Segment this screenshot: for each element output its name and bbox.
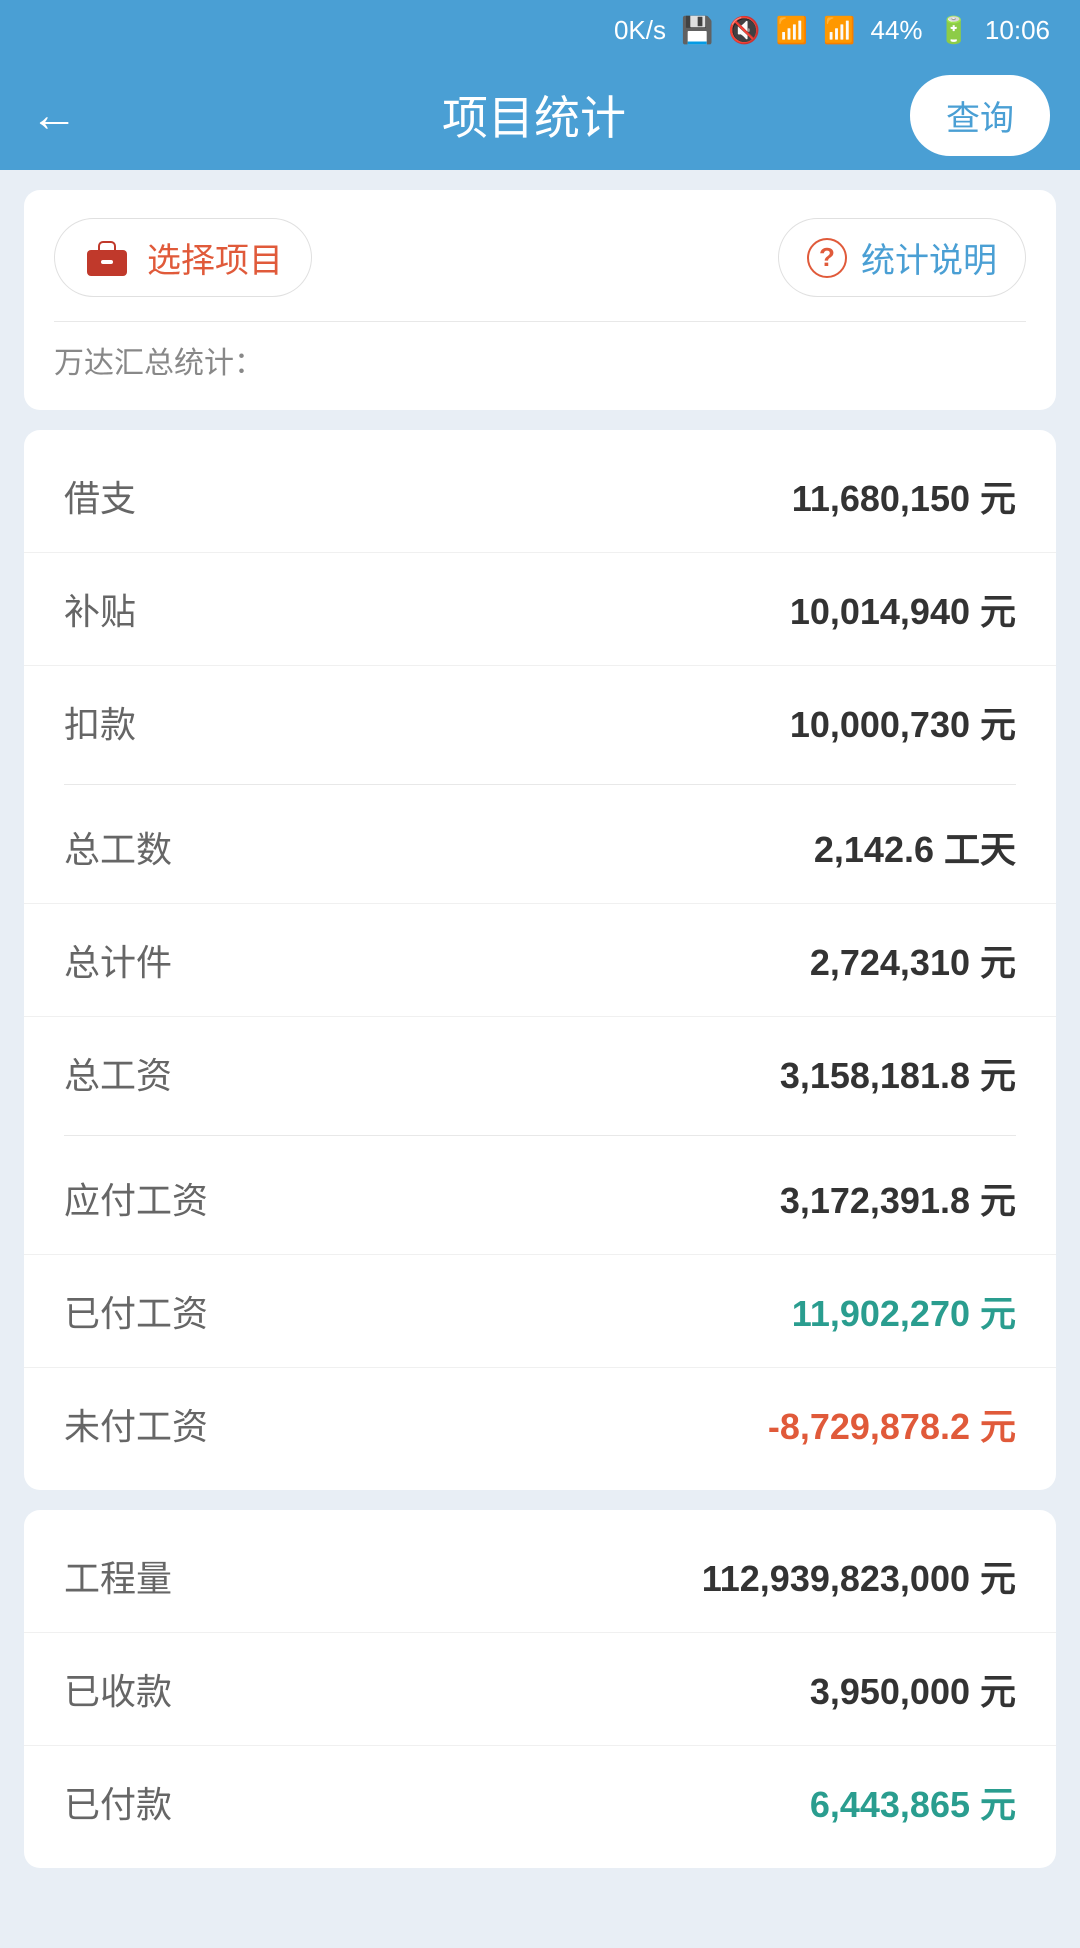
bottom-space <box>24 1888 1056 1928</box>
stat-label: 借支 <box>64 470 136 522</box>
signal-icon: 📶 <box>823 15 855 46</box>
section-divider <box>64 784 1016 785</box>
action-card: 选择项目 ? 统计说明 万达汇总统计： <box>24 190 1056 410</box>
status-bar: 0K/s 💾 🔇 📶 📶 44% 🔋 10:06 <box>0 0 1080 60</box>
storage-icon: 💾 <box>681 15 713 46</box>
select-project-label: 选择项目 <box>147 233 283 282</box>
stat-label: 扣款 <box>64 696 136 748</box>
stat-label: 补贴 <box>64 583 136 635</box>
stat-label: 已付款 <box>64 1776 172 1828</box>
action-row: 选择项目 ? 统计说明 <box>54 218 1026 297</box>
battery-icon: 🔋 <box>938 15 970 46</box>
stat-label: 未付工资 <box>64 1398 208 1450</box>
table-row: 总工资 3,158,181.8 元 <box>24 1016 1056 1129</box>
section-divider <box>64 1135 1016 1136</box>
stats-card-2: 工程量 112,939,823,000 元 已收款 3,950,000 元 已付… <box>24 1510 1056 1868</box>
stat-value-green: 6,443,865 元 <box>810 1776 1016 1828</box>
stats-card-1: 借支 11,680,150 元 补贴 10,014,940 元 扣款 10,00… <box>24 430 1056 1490</box>
stat-value: 2,142.6 工天 <box>814 821 1016 873</box>
table-row: 未付工资 -8,729,878.2 元 <box>24 1367 1056 1480</box>
wifi-icon: 📶 <box>776 15 808 46</box>
status-bar-content: 0K/s 💾 🔇 📶 📶 44% 🔋 10:06 <box>614 15 1050 46</box>
table-row: 借支 11,680,150 元 <box>24 440 1056 552</box>
mute-icon: 🔇 <box>728 15 760 46</box>
stat-label: 应付工资 <box>64 1172 208 1224</box>
app-bar: ← 项目统计 查询 <box>0 60 1080 170</box>
table-row: 应付工资 3,172,391.8 元 <box>24 1142 1056 1254</box>
divider <box>54 321 1026 322</box>
battery-level: 44% <box>871 15 923 46</box>
main-content: 选择项目 ? 统计说明 万达汇总统计： 借支 11,680,150 元 补贴 1… <box>0 170 1080 1948</box>
stat-value: 112,939,823,000 元 <box>702 1550 1016 1602</box>
stat-label: 工程量 <box>64 1550 172 1602</box>
total-label: 万达汇总统计： <box>54 347 264 380</box>
stat-value: 10,014,940 元 <box>790 583 1016 635</box>
table-row: 扣款 10,000,730 元 <box>24 665 1056 778</box>
stat-label: 已收款 <box>64 1663 172 1715</box>
table-row: 工程量 112,939,823,000 元 <box>24 1520 1056 1632</box>
stats-info-button[interactable]: ? 统计说明 <box>778 218 1026 297</box>
stats-info-label: 统计说明 <box>861 233 997 282</box>
table-row: 补贴 10,014,940 元 <box>24 552 1056 665</box>
stat-label: 总计件 <box>64 934 172 986</box>
stat-label: 已付工资 <box>64 1285 208 1337</box>
network-speed: 0K/s <box>614 15 666 46</box>
query-button[interactable]: 查询 <box>910 75 1050 156</box>
stat-value: 2,724,310 元 <box>810 934 1016 986</box>
briefcase-icon <box>83 238 131 278</box>
stat-value: 3,172,391.8 元 <box>780 1172 1016 1224</box>
stat-value: 3,158,181.8 元 <box>780 1047 1016 1099</box>
stat-value-red: -8,729,878.2 元 <box>768 1398 1016 1450</box>
stat-label: 总工资 <box>64 1047 172 1099</box>
page-title: 项目统计 <box>98 82 970 148</box>
table-row: 已付款 6,443,865 元 <box>24 1745 1056 1858</box>
stat-value: 10,000,730 元 <box>790 696 1016 748</box>
back-button[interactable]: ← <box>30 88 78 143</box>
stat-value: 11,680,150 元 <box>792 470 1016 522</box>
time-display: 10:06 <box>985 15 1050 46</box>
stat-value-green: 11,902,270 元 <box>792 1285 1016 1337</box>
table-row: 总工数 2,142.6 工天 <box>24 791 1056 903</box>
table-row: 已付工资 11,902,270 元 <box>24 1254 1056 1367</box>
stat-value: 3,950,000 元 <box>810 1663 1016 1715</box>
question-icon: ? <box>807 238 847 278</box>
select-project-button[interactable]: 选择项目 <box>54 218 312 297</box>
stat-label: 总工数 <box>64 821 172 873</box>
table-row: 总计件 2,724,310 元 <box>24 903 1056 1016</box>
table-row: 已收款 3,950,000 元 <box>24 1632 1056 1745</box>
